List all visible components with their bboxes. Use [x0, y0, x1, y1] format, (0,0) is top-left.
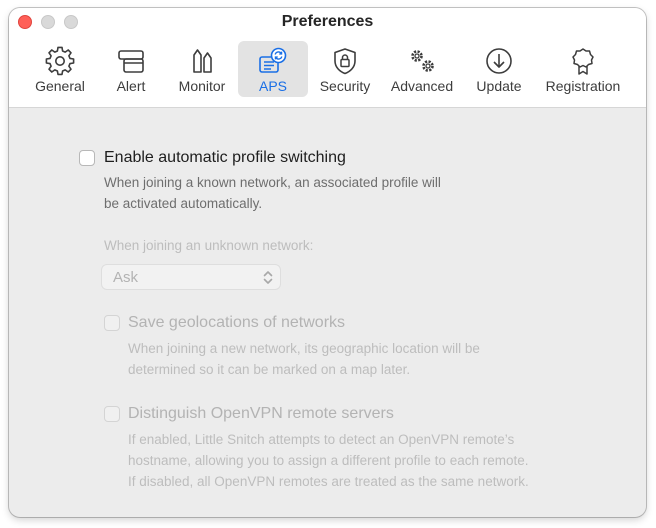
tab-aps-label: APS — [258, 78, 287, 94]
save-geolocations-description-line: determined so it can be marked on a map … — [128, 362, 411, 377]
enable-switching-checkbox[interactable] — [79, 150, 95, 166]
aps-profile-switch-icon — [259, 47, 287, 73]
enable-switching-label[interactable]: Enable automatic profile switching — [104, 148, 346, 168]
tab-aps[interactable]: APS — [238, 41, 308, 97]
unknown-network-popup[interactable]: Ask — [101, 264, 281, 290]
security-lock-icon — [334, 48, 356, 75]
distinguish-openvpn-description-line: If disabled, all OpenVPN remotes are tre… — [128, 474, 529, 489]
save-geolocations-label[interactable]: Save geolocations of networks — [128, 313, 345, 333]
distinguish-openvpn-description-line: If enabled, Little Snitch attempts to de… — [128, 432, 515, 447]
tab-alert[interactable]: Alert — [105, 41, 157, 97]
distinguish-openvpn-checkbox[interactable] — [104, 406, 120, 422]
unknown-network-popup-value: Ask — [113, 269, 139, 286]
tab-general[interactable]: General — [27, 41, 93, 97]
preferences-window: Preferences General Alert Monitor APS Se… — [9, 8, 646, 517]
advanced-gears-icon — [411, 50, 434, 72]
aps-settings-pane: Enable automatic profile switching When … — [9, 108, 646, 517]
save-geolocations-description: When joining a new network, its geograph… — [128, 338, 480, 380]
registration-badge-icon — [572, 48, 594, 75]
tab-registration[interactable]: Registration — [538, 41, 628, 97]
distinguish-openvpn-description-line: hostname, allowing you to assign a diffe… — [128, 453, 529, 468]
gear-icon — [45, 46, 75, 76]
save-geolocations-description-line: When joining a new network, its geograph… — [128, 341, 480, 356]
tab-advanced[interactable]: Advanced — [385, 41, 459, 97]
toolbar: Preferences General Alert Monitor APS Se… — [9, 8, 646, 108]
tab-security-label: Security — [319, 78, 371, 94]
tab-alert-label: Alert — [116, 78, 146, 94]
tab-update-label: Update — [476, 78, 522, 94]
monitor-icon — [193, 49, 212, 73]
distinguish-openvpn-description: If enabled, Little Snitch attempts to de… — [128, 429, 529, 492]
window-title: Preferences — [281, 13, 374, 30]
enable-switching-description: When joining a known network, an associa… — [104, 172, 441, 214]
tab-general-label: General — [35, 78, 85, 94]
tab-monitor-label: Monitor — [178, 78, 226, 94]
enable-switching-description-line: When joining a known network, an associa… — [104, 175, 441, 190]
tab-update[interactable]: Update — [466, 41, 532, 97]
alert-window-icon — [118, 50, 144, 73]
tab-registration-label: Registration — [545, 78, 621, 94]
update-download-icon — [486, 48, 512, 74]
distinguish-openvpn-label[interactable]: Distinguish OpenVPN remote servers — [128, 404, 394, 424]
chevron-up-down-icon — [263, 271, 273, 284]
tab-monitor[interactable]: Monitor — [169, 41, 235, 97]
enable-switching-description-line: be activated automatically. — [104, 196, 263, 211]
unknown-network-label: When joining an unknown network: — [104, 238, 314, 253]
save-geolocations-checkbox[interactable] — [104, 315, 120, 331]
tab-security[interactable]: Security — [312, 41, 378, 97]
tab-advanced-label: Advanced — [390, 78, 454, 94]
